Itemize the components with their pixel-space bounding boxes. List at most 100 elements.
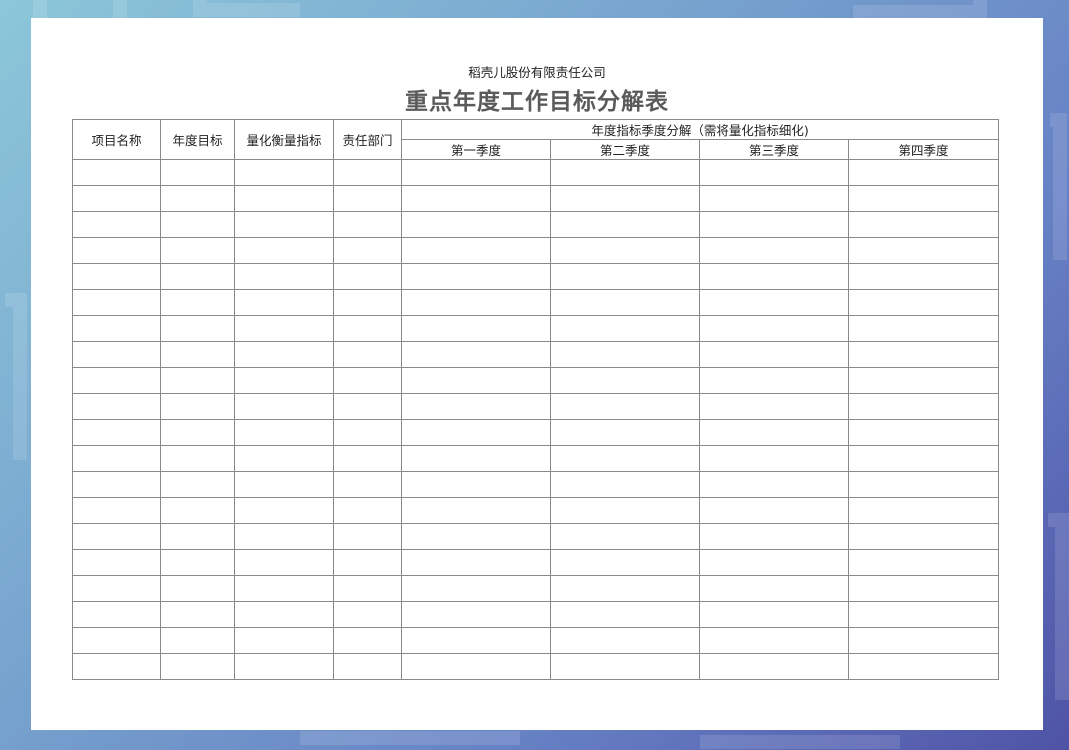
table-cell[interactable] (160, 237, 235, 264)
table-cell[interactable] (333, 601, 402, 628)
table-cell[interactable] (333, 471, 402, 498)
table-cell[interactable] (550, 185, 700, 212)
table-cell[interactable] (234, 393, 334, 420)
table-cell[interactable] (234, 185, 334, 212)
table-cell[interactable] (550, 211, 700, 238)
table-cell[interactable] (699, 627, 849, 654)
table-cell[interactable] (160, 471, 235, 498)
table-cell[interactable] (550, 497, 700, 524)
table-cell[interactable] (847, 341, 1000, 368)
table-cell[interactable] (550, 471, 700, 498)
table-cell[interactable] (401, 367, 551, 394)
table-cell[interactable] (160, 523, 235, 550)
table-cell[interactable] (160, 211, 235, 238)
table-cell[interactable] (401, 575, 551, 602)
table-cell[interactable] (847, 653, 1000, 680)
table-cell[interactable] (234, 471, 334, 498)
table-cell[interactable] (160, 159, 235, 186)
table-cell[interactable] (550, 653, 700, 680)
table-cell[interactable] (234, 159, 334, 186)
table-cell[interactable] (72, 211, 161, 238)
table-cell[interactable] (550, 575, 700, 602)
table-cell[interactable] (72, 549, 161, 576)
table-cell[interactable] (333, 393, 402, 420)
table-cell[interactable] (234, 549, 334, 576)
table-cell[interactable] (234, 497, 334, 524)
table-cell[interactable] (550, 419, 700, 446)
table-cell[interactable] (847, 445, 1000, 472)
table-cell[interactable] (72, 263, 161, 290)
table-cell[interactable] (847, 237, 1000, 264)
table-cell[interactable] (333, 263, 402, 290)
table-cell[interactable] (333, 315, 402, 342)
table-cell[interactable] (699, 523, 849, 550)
table-cell[interactable] (333, 497, 402, 524)
table-cell[interactable] (72, 341, 161, 368)
table-cell[interactable] (160, 601, 235, 628)
table-cell[interactable] (699, 185, 849, 212)
table-cell[interactable] (847, 367, 1000, 394)
table-cell[interactable] (234, 445, 334, 472)
table-cell[interactable] (550, 549, 700, 576)
table-cell[interactable] (401, 289, 551, 316)
table-cell[interactable] (550, 601, 700, 628)
table-cell[interactable] (72, 653, 161, 680)
table-cell[interactable] (160, 289, 235, 316)
table-cell[interactable] (847, 471, 1000, 498)
table-cell[interactable] (72, 471, 161, 498)
table-cell[interactable] (234, 575, 334, 602)
table-cell[interactable] (160, 393, 235, 420)
table-cell[interactable] (160, 575, 235, 602)
table-cell[interactable] (72, 289, 161, 316)
table-cell[interactable] (72, 523, 161, 550)
table-cell[interactable] (160, 445, 235, 472)
table-cell[interactable] (333, 211, 402, 238)
table-cell[interactable] (234, 419, 334, 446)
table-cell[interactable] (72, 237, 161, 264)
table-cell[interactable] (234, 341, 334, 368)
table-cell[interactable] (401, 601, 551, 628)
table-cell[interactable] (847, 601, 1000, 628)
table-cell[interactable] (550, 315, 700, 342)
table-cell[interactable] (699, 419, 849, 446)
table-cell[interactable] (401, 445, 551, 472)
table-cell[interactable] (333, 445, 402, 472)
table-cell[interactable] (401, 549, 551, 576)
table-cell[interactable] (234, 367, 334, 394)
table-cell[interactable] (160, 315, 235, 342)
table-cell[interactable] (550, 445, 700, 472)
table-cell[interactable] (401, 315, 551, 342)
table-cell[interactable] (550, 289, 700, 316)
table-cell[interactable] (333, 341, 402, 368)
table-cell[interactable] (333, 289, 402, 316)
table-cell[interactable] (72, 497, 161, 524)
table-cell[interactable] (550, 237, 700, 264)
table-cell[interactable] (72, 159, 161, 186)
table-cell[interactable] (401, 237, 551, 264)
table-cell[interactable] (333, 575, 402, 602)
table-cell[interactable] (699, 445, 849, 472)
table-cell[interactable] (160, 185, 235, 212)
table-cell[interactable] (234, 523, 334, 550)
table-cell[interactable] (699, 601, 849, 628)
table-cell[interactable] (72, 575, 161, 602)
table-cell[interactable] (847, 549, 1000, 576)
table-cell[interactable] (333, 159, 402, 186)
table-cell[interactable] (550, 523, 700, 550)
table-cell[interactable] (550, 367, 700, 394)
table-cell[interactable] (160, 653, 235, 680)
table-cell[interactable] (333, 549, 402, 576)
table-cell[interactable] (160, 341, 235, 368)
table-cell[interactable] (401, 523, 551, 550)
table-cell[interactable] (401, 627, 551, 654)
table-cell[interactable] (699, 341, 849, 368)
table-cell[interactable] (234, 627, 334, 654)
table-cell[interactable] (550, 627, 700, 654)
table-cell[interactable] (401, 419, 551, 446)
table-cell[interactable] (72, 185, 161, 212)
table-cell[interactable] (401, 393, 551, 420)
table-cell[interactable] (160, 627, 235, 654)
table-cell[interactable] (847, 627, 1000, 654)
table-cell[interactable] (699, 497, 849, 524)
table-cell[interactable] (699, 393, 849, 420)
